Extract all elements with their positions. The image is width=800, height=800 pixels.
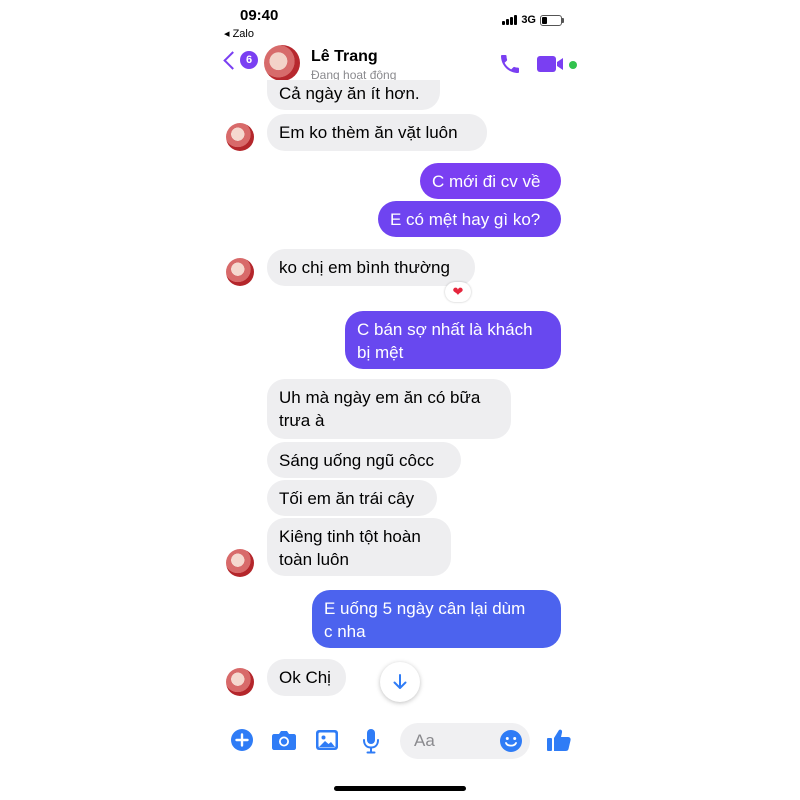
unread-badge: 6 [240, 51, 258, 69]
message-bubble-outgoing[interactable]: C bán sợ nhất là khách bị mệt [345, 311, 561, 369]
message-bubble-outgoing[interactable]: E có mệt hay gì ko? [378, 201, 561, 237]
message-bubble-outgoing[interactable]: E uống 5 ngày cân lại dùm c nha [312, 590, 561, 648]
image-icon [316, 730, 338, 750]
video-camera-icon [537, 56, 563, 72]
back-chevron-icon [223, 50, 242, 70]
message-bubble-incoming[interactable]: Ok Chị [267, 659, 346, 696]
message-bubble-outgoing[interactable]: C mới đi cv về [420, 163, 561, 199]
battery-icon [540, 14, 564, 26]
gallery-button[interactable] [315, 729, 339, 756]
more-actions-button[interactable] [230, 728, 254, 757]
thumbs-up-icon [547, 729, 571, 751]
sender-avatar[interactable] [226, 549, 254, 577]
back-button[interactable]: 6 [222, 50, 258, 70]
phone-icon [501, 55, 519, 73]
status-indicators: 3G [502, 14, 564, 26]
contact-avatar[interactable] [264, 45, 300, 81]
sender-avatar[interactable] [226, 258, 254, 286]
online-indicator [569, 61, 577, 69]
message-bubble-incoming[interactable]: Uh mà ngày em ăn có bữa trưa à [267, 379, 511, 439]
video-call-button[interactable] [536, 54, 566, 79]
message-bubble-incoming[interactable]: Sáng uống ngũ côcc [267, 442, 461, 478]
call-button[interactable] [498, 52, 522, 81]
sender-avatar[interactable] [226, 668, 254, 696]
camera-button[interactable] [271, 729, 297, 756]
contact-name[interactable]: Lê Trang [311, 48, 378, 66]
camera-icon [272, 731, 296, 750]
home-indicator [334, 786, 466, 791]
phone-screen: 09:40 ◂ Zalo 3G 6 Lê Trang Đang hoạt độn… [216, 0, 584, 800]
microphone-icon [363, 729, 379, 754]
status-time: 09:40 [240, 7, 279, 24]
like-button[interactable] [546, 727, 572, 758]
message-composer [216, 718, 584, 766]
heart-reaction[interactable]: ❤ [445, 282, 471, 302]
smiley-icon [500, 730, 522, 752]
message-bubble-incoming[interactable]: Cả ngày ăn ít hơn. [267, 80, 440, 110]
back-to-app-link[interactable]: ◂ Zalo [224, 27, 254, 40]
message-bubble-incoming[interactable]: ko chị em bình thường [267, 249, 475, 286]
plus-circle-icon [231, 729, 253, 751]
message-bubble-incoming[interactable]: Kiêng tinh tột hoàn toàn luôn [267, 518, 451, 576]
message-bubble-incoming[interactable]: Tối em ăn trái cây [267, 480, 437, 516]
scroll-to-bottom-button[interactable] [380, 662, 420, 702]
network-type: 3G [521, 14, 536, 26]
message-bubble-incoming[interactable]: Em ko thèm ăn vặt luôn [267, 114, 487, 151]
signal-icon [502, 15, 518, 25]
emoji-button[interactable] [499, 729, 523, 758]
sender-avatar[interactable] [226, 123, 254, 151]
arrow-down-icon [393, 674, 407, 689]
voice-button[interactable] [362, 728, 380, 759]
